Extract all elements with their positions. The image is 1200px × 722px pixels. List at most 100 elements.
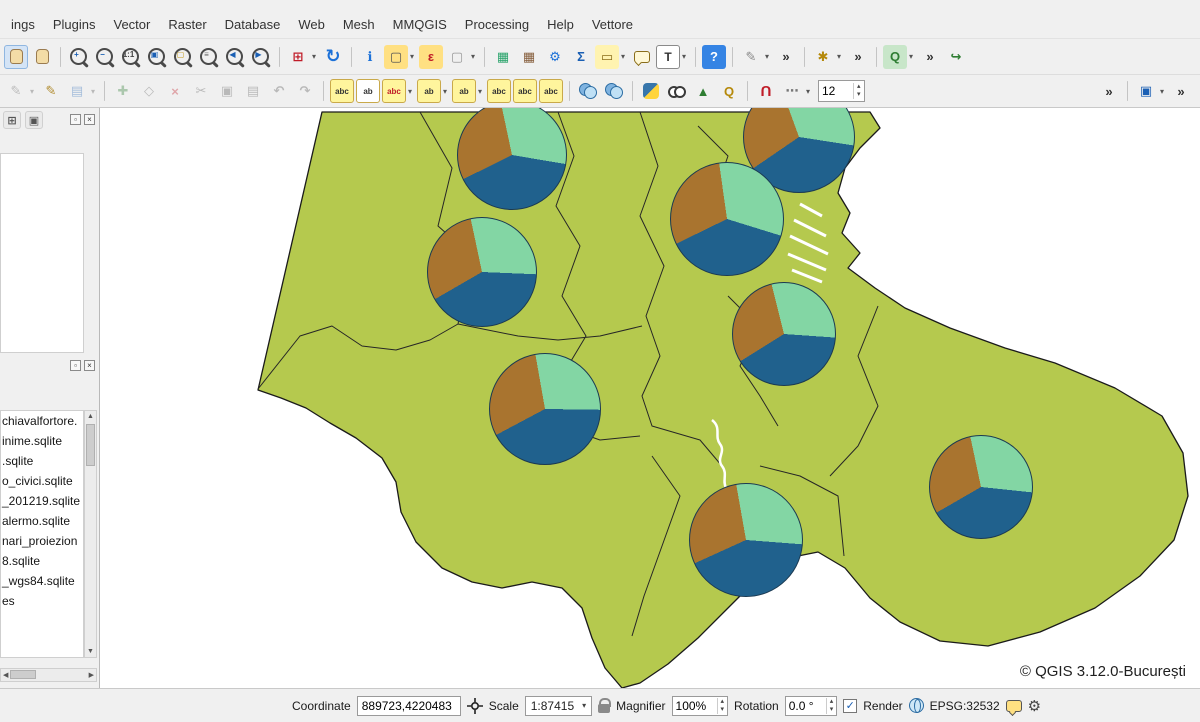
add-feature-icon[interactable]: ✚	[111, 79, 135, 103]
current-edits-icon[interactable]: ✎	[4, 79, 28, 103]
menu-item-plugins[interactable]: Plugins	[44, 14, 105, 35]
deselect-features-icon[interactable]: ▢	[445, 45, 469, 69]
quick-tool-icon[interactable]: Q	[717, 79, 741, 103]
menu-item-settings-partial[interactable]: ings	[2, 14, 44, 35]
dock-float-button[interactable]: ▫	[70, 360, 81, 371]
share-icon[interactable]: ↪	[944, 45, 968, 69]
pan-to-selection-icon[interactable]	[30, 45, 54, 69]
layout-copy-icon[interactable]: ▣	[1134, 79, 1158, 103]
menu-item-raster[interactable]: Raster	[159, 14, 215, 35]
scrollbar-track[interactable]	[8, 669, 88, 681]
identify-features-icon[interactable]: ℹ	[358, 45, 382, 69]
cut-features-icon[interactable]: ✂	[189, 79, 213, 103]
vertical-scrollbar[interactable]: ▲ ▼	[84, 410, 97, 658]
chevron-down-icon[interactable]: ▾	[762, 45, 772, 69]
toolbar-overflow-icon[interactable]: »	[1097, 79, 1121, 103]
menu-item-mesh[interactable]: Mesh	[334, 14, 384, 35]
chevron-down-icon[interactable]: ▾	[679, 45, 689, 69]
label-options-icon[interactable]: abc	[382, 79, 406, 103]
label-change-icon[interactable]: abc	[539, 79, 563, 103]
menu-item-vector[interactable]: Vector	[105, 14, 160, 35]
toolbar-overflow-icon[interactable]: »	[918, 45, 942, 69]
paste-features-icon[interactable]: ▤	[241, 79, 265, 103]
chevron-down-icon[interactable]: ▾	[27, 79, 37, 103]
map-tips-icon[interactable]	[630, 45, 654, 69]
render-checkbox[interactable]: ✓	[843, 699, 857, 713]
file-list-item[interactable]: 8.sqlite	[1, 551, 83, 571]
label-rotate-icon[interactable]: abc	[513, 79, 537, 103]
scroll-down-icon[interactable]: ▼	[87, 646, 94, 657]
gear-icon[interactable]: ⚙	[1028, 697, 1041, 715]
chevron-down-icon[interactable]: ▾	[475, 79, 485, 103]
spin-up-icon[interactable]: ▴	[830, 698, 834, 706]
label-pin-icon[interactable]: ab	[417, 79, 441, 103]
file-list-item[interactable]: es	[1, 591, 83, 611]
chevron-down-icon[interactable]: ▾	[1157, 79, 1167, 103]
zoom-in-icon[interactable]: +	[67, 45, 91, 69]
zoom-next-icon[interactable]: ▶	[249, 45, 273, 69]
file-list-item[interactable]: _wgs84.sqlite	[1, 571, 83, 591]
chevron-down-icon[interactable]: ▾	[906, 45, 916, 69]
chevron-down-icon[interactable]: ▾	[88, 79, 98, 103]
vertex-tool-icon[interactable]: ◇	[137, 79, 161, 103]
horizontal-scrollbar[interactable]: ◀ ▶	[0, 668, 97, 682]
help-icon[interactable]: ?	[702, 45, 726, 69]
zoom-to-selection-icon[interactable]: ▢	[171, 45, 195, 69]
delete-selected-icon[interactable]: ×	[163, 79, 187, 103]
chevron-down-icon[interactable]: ▾	[803, 79, 813, 103]
zoom-native-icon[interactable]: 1:1	[119, 45, 143, 69]
file-list-item[interactable]: .sqlite	[1, 451, 83, 471]
pan-icon[interactable]	[4, 45, 28, 69]
profile-chart-icon[interactable]: ▲	[691, 79, 715, 103]
save-edits-icon[interactable]: ▤	[65, 79, 89, 103]
zoom-last-icon[interactable]: ◀	[223, 45, 247, 69]
processing-toolbox-icon[interactable]: ⚙	[543, 45, 567, 69]
attribute-table-icon[interactable]: ▦	[491, 45, 515, 69]
scrollbar-thumb[interactable]	[10, 670, 36, 679]
extent-tracking-icon[interactable]	[467, 698, 483, 714]
chevron-down-icon[interactable]: ▾	[834, 45, 844, 69]
scale-combo[interactable]: 1:87415 ▾	[525, 696, 592, 716]
spin-up-icon[interactable]: ▴	[857, 83, 861, 91]
zoom-out-icon[interactable]: −	[93, 45, 117, 69]
geocode-icon[interactable]	[576, 79, 600, 103]
file-list-item[interactable]: chiavalfortore.	[1, 411, 83, 431]
scrollbar-track[interactable]	[85, 422, 96, 646]
spin-down-icon[interactable]: ▾	[857, 91, 861, 99]
chevron-down-icon[interactable]: ▾	[309, 45, 319, 69]
file-list-item[interactable]: _201219.sqlite	[1, 491, 83, 511]
wand-icon[interactable]: ✱	[811, 45, 835, 69]
select-by-expression-icon[interactable]: ε	[419, 45, 443, 69]
dock-float-button[interactable]: ▫	[70, 114, 81, 125]
undo-icon[interactable]: ↶	[267, 79, 291, 103]
text-annotation-icon[interactable]: T	[656, 45, 680, 69]
snapping-tolerance-spinner[interactable]: ▴ ▾	[818, 80, 865, 102]
zoom-full-icon[interactable]: ▣	[145, 45, 169, 69]
search-icon[interactable]	[665, 79, 689, 103]
file-list-item[interactable]: nari_proiezion	[1, 531, 83, 551]
menu-item-mmqgis[interactable]: MMQGIS	[384, 14, 456, 35]
toolbar-overflow-icon[interactable]: »	[1169, 79, 1193, 103]
refresh-icon[interactable]: ↻	[321, 45, 345, 69]
metasearch-icon[interactable]: Q	[883, 45, 907, 69]
chevron-down-icon[interactable]: ▾	[440, 79, 450, 103]
magnet-icon[interactable]: U	[754, 79, 778, 103]
snapping-options-icon[interactable]: ⋯	[780, 79, 804, 103]
annotation-icon[interactable]: ✎	[739, 45, 763, 69]
chevron-down-icon[interactable]: ▾	[618, 45, 628, 69]
label-single-icon[interactable]: ab	[356, 79, 380, 103]
measure-icon[interactable]: ▭	[595, 45, 619, 69]
spin-up-icon[interactable]: ▴	[721, 698, 725, 706]
python-console-icon[interactable]	[639, 79, 663, 103]
toggle-editing-icon[interactable]: ✎	[39, 79, 63, 103]
magnifier-spinner[interactable]: ▴ ▾	[672, 696, 729, 716]
menu-item-database[interactable]: Database	[216, 14, 290, 35]
chevron-down-icon[interactable]: ▾	[405, 79, 415, 103]
chevron-down-icon[interactable]: ▾	[582, 701, 586, 710]
dock-tool-icon[interactable]: ⊞	[3, 111, 21, 129]
file-list-item[interactable]: inime.sqlite	[1, 431, 83, 451]
menu-item-processing[interactable]: Processing	[456, 14, 538, 35]
copy-features-icon[interactable]: ▣	[215, 79, 239, 103]
magnifier-input[interactable]	[673, 698, 717, 714]
dock-close-button[interactable]: ×	[84, 114, 95, 125]
